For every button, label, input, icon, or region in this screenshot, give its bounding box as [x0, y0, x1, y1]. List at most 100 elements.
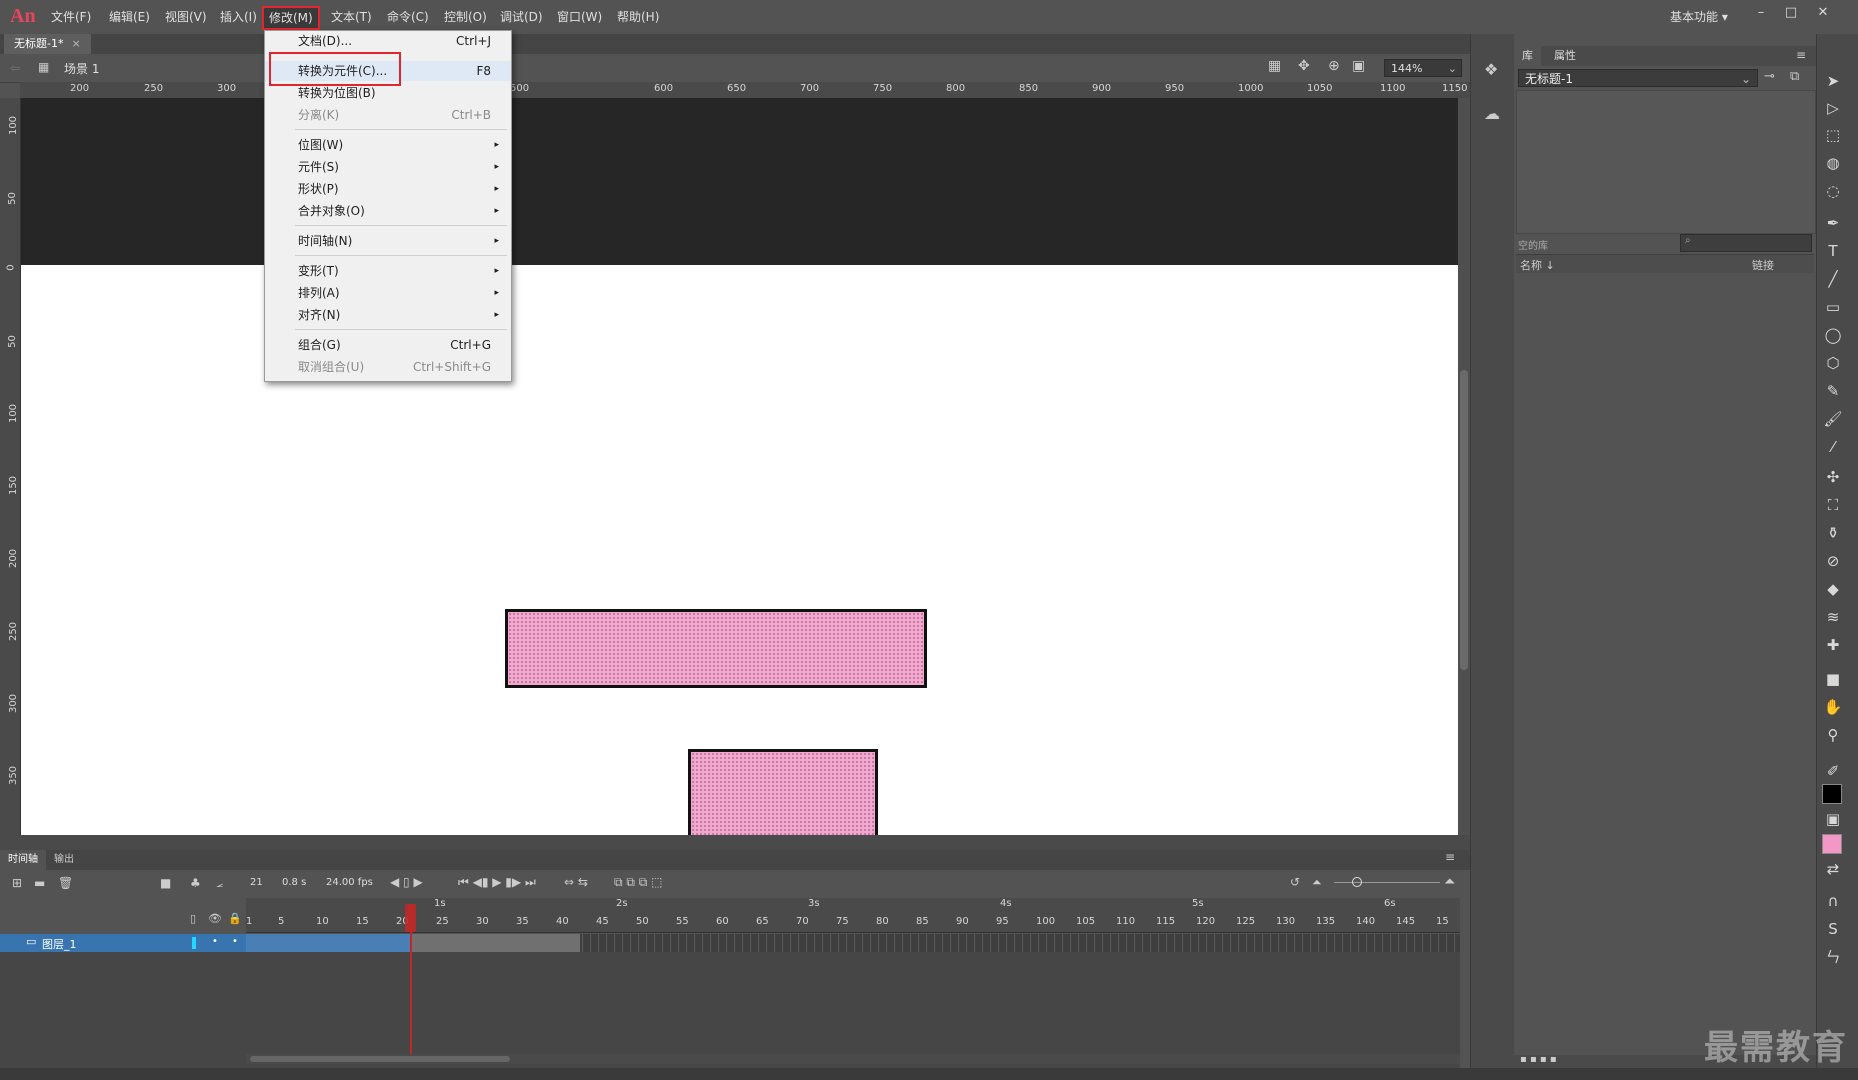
clip-stage-icon[interactable]: ▣	[1352, 58, 1365, 74]
frame-ruler[interactable]: 1s 2s 3s 4s 5s 6s 1 5 10 15 20 25 30 35 …	[246, 898, 1460, 933]
eyedropper-icon[interactable]: ⊘	[1818, 550, 1848, 572]
tab-properties[interactable]: 属性	[1546, 46, 1584, 66]
layer-row[interactable]: ▭ 图层_1 • •	[0, 934, 246, 952]
zoom-tool-icon[interactable]: ⚲	[1818, 724, 1848, 746]
fill-color-swatch[interactable]	[1822, 834, 1842, 854]
menu-edit[interactable]: 编辑(E)	[104, 8, 155, 26]
smooth-icon[interactable]: S	[1818, 918, 1848, 940]
width-tool-icon[interactable]: ≋	[1818, 606, 1848, 628]
current-frame[interactable]: 21	[250, 877, 263, 888]
eraser-icon[interactable]: ◆	[1818, 578, 1848, 600]
fill-color-icon[interactable]: ▣	[1818, 808, 1848, 830]
layer-name[interactable]: 图层_1	[42, 936, 77, 952]
menu-item-break-apart[interactable]: 分离(K) Ctrl+B	[265, 105, 511, 125]
polystar-tool-icon[interactable]: ⬡	[1818, 352, 1848, 374]
menu-control[interactable]: 控制(O)	[439, 8, 492, 26]
menu-window[interactable]: 窗口(W)	[552, 8, 607, 26]
prev-keyframe-icon[interactable]: ◀ ▯ ▶	[390, 875, 423, 889]
delete-layer-icon[interactable]: 🗑	[58, 876, 73, 890]
camera-tool-icon[interactable]: ■	[1818, 668, 1848, 690]
free-transform-icon[interactable]: ⬚	[1818, 124, 1848, 146]
menu-view[interactable]: 视图(V)	[160, 8, 212, 26]
timeline-splitter[interactable]	[0, 835, 1470, 850]
close-window-button[interactable]: ✕	[1810, 4, 1836, 22]
menu-item-symbol[interactable]: 元件(S) ▸	[265, 157, 511, 177]
zoom-select[interactable]: 144% ⌄	[1384, 59, 1462, 77]
hand-tool-icon[interactable]: ✋	[1818, 696, 1848, 718]
pin-icon[interactable]: ⊸	[1764, 69, 1775, 84]
selection-tool-icon[interactable]: ➤	[1818, 70, 1848, 92]
tab-timeline[interactable]: 时间轴	[0, 850, 46, 870]
brush-tool-icon[interactable]: ⁄	[1818, 436, 1848, 458]
menu-help[interactable]: 帮助(H)	[612, 8, 664, 26]
eye-icon[interactable]: 👁	[208, 912, 222, 925]
edit-symbol-icon[interactable]: ✥	[1298, 58, 1310, 74]
menu-item-ungroup[interactable]: 取消组合(U) Ctrl+Shift+G	[265, 357, 511, 377]
oval-tool-icon[interactable]: ◯	[1818, 324, 1848, 346]
snap-center-icon[interactable]: ⊕	[1328, 58, 1340, 74]
menu-item-transform[interactable]: 变形(T) ▸	[265, 261, 511, 281]
canvas-scroll-thumb[interactable]	[1460, 370, 1468, 670]
document-tab[interactable]: 无标题-1* ×	[4, 34, 91, 54]
onion-skin-icon[interactable]: ⧉ ⧉ ⧉ ⬚	[614, 875, 663, 890]
zoom-in-frames-icon[interactable]: ⏶	[1444, 874, 1455, 890]
menu-text[interactable]: 文本(T)	[326, 8, 377, 26]
menu-insert[interactable]: 插入(I)	[215, 8, 262, 26]
menu-item-convert-to-bitmap[interactable]: 转换为位图(B)	[265, 83, 511, 103]
tab-library[interactable]: 库	[1514, 46, 1541, 66]
snap-magnet-icon[interactable]: ∩	[1818, 890, 1848, 912]
lock-icon[interactable]: 🔒	[228, 912, 242, 925]
new-folder-icon[interactable]: ▬	[34, 876, 45, 890]
pink-rectangle-shape[interactable]	[505, 609, 927, 688]
panel-menu-icon[interactable]: ≡	[1445, 850, 1455, 864]
panel-menu-icon[interactable]: ≡	[1796, 48, 1806, 62]
menu-item-shape[interactable]: 形状(P) ▸	[265, 179, 511, 199]
playback-controls-icon[interactable]: ⏮ ◀▮ ▶ ▮▶ ⏭	[458, 875, 536, 890]
tab-output[interactable]: 输出	[46, 850, 82, 870]
cc-libraries-icon[interactable]: ☁	[1484, 104, 1500, 123]
menu-item-combine-objects[interactable]: 合并对象(O) ▸	[265, 201, 511, 221]
menu-item-bitmap[interactable]: 位图(W) ▸	[265, 135, 511, 155]
layer-depth-icon[interactable]: ♣	[190, 876, 201, 890]
frame-span[interactable]	[412, 934, 580, 952]
timeline-scroll-thumb[interactable]	[250, 1056, 510, 1062]
back-arrow-icon[interactable]: ⇦	[10, 61, 20, 75]
column-name[interactable]: 名称 ↓	[1520, 257, 1555, 273]
maximize-button[interactable]: □	[1778, 4, 1804, 22]
pencil-tool-icon[interactable]: ✎	[1818, 380, 1848, 402]
lock-dot-icon[interactable]: •	[232, 936, 238, 947]
new-layer-icon[interactable]: ⊞	[12, 876, 22, 890]
line-tool-icon[interactable]: ╱	[1818, 268, 1848, 290]
menu-commands[interactable]: 命令(C)	[382, 8, 434, 26]
library-document-select[interactable]: 无标题-1 ⌄	[1518, 69, 1758, 87]
stroke-color-swatch[interactable]	[1822, 784, 1842, 804]
visibility-dot-icon[interactable]: •	[212, 936, 218, 947]
frame-zoom-slider-knob[interactable]	[1352, 877, 1362, 887]
bone-tool-icon[interactable]: ✣	[1818, 466, 1848, 488]
stage[interactable]	[21, 265, 1458, 839]
close-tab-icon[interactable]: ×	[71, 37, 80, 50]
asset-warp-icon[interactable]: ✚	[1818, 634, 1848, 656]
straighten-icon[interactable]: ㄣ	[1818, 946, 1848, 968]
edit-scene-icon[interactable]: ▦	[1268, 58, 1281, 74]
menu-item-group[interactable]: 组合(G) Ctrl+G	[265, 335, 511, 355]
library-search-input[interactable]: ⌕	[1680, 234, 1812, 252]
frame-zoom-slider[interactable]	[1334, 882, 1440, 883]
stroke-color-icon[interactable]: ✐	[1818, 760, 1848, 782]
zoom-out-frames-icon[interactable]: ⏶	[1312, 875, 1322, 890]
loop-icon[interactable]: ⇔ ⇆	[564, 875, 588, 889]
paint-bucket-icon[interactable]: ⛶	[1818, 494, 1848, 516]
graph-icon[interactable]: ⦟	[216, 876, 223, 891]
workspace-switcher[interactable]: 基本功能 ▾	[1670, 8, 1728, 25]
frame-rate[interactable]: 24.00 fps	[326, 877, 373, 888]
paint-brush-icon[interactable]: 🖌	[1818, 408, 1848, 430]
menu-modify[interactable]: 修改(M)	[262, 6, 320, 30]
layer-outline-icon[interactable]: ▯	[190, 912, 196, 925]
pen-tool-icon[interactable]: ✒	[1818, 212, 1848, 234]
lasso-icon[interactable]: ◌	[1818, 180, 1848, 202]
center-frame-icon[interactable]: ↺	[1290, 875, 1300, 889]
subselection-tool-icon[interactable]: ▷	[1818, 97, 1848, 119]
camera-icon[interactable]: ■	[160, 876, 171, 890]
frame-span-selected[interactable]	[246, 934, 412, 952]
3d-rotation-icon[interactable]: ◍	[1818, 152, 1848, 174]
